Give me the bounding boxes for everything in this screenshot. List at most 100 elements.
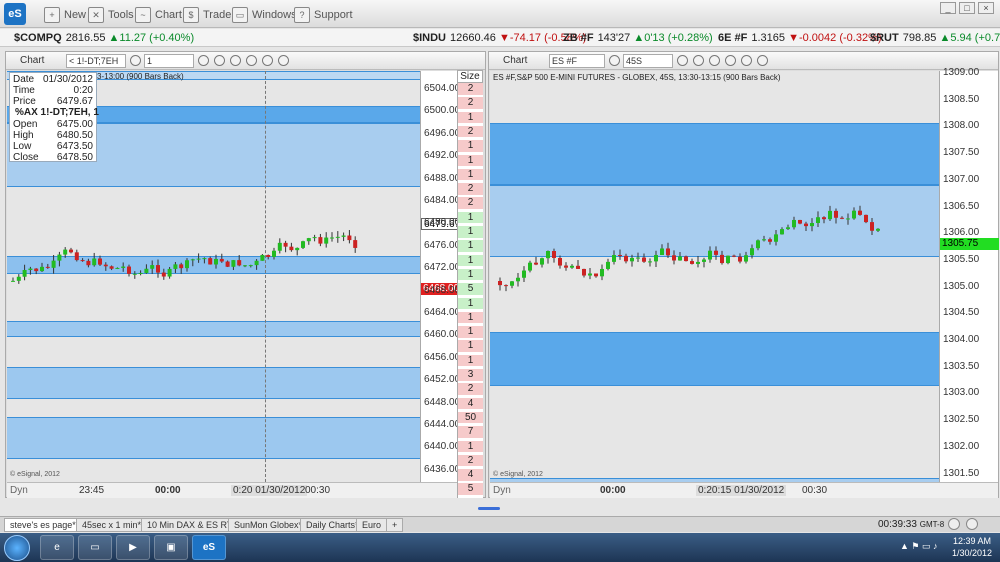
tray-icons[interactable]: ▲ ⚑ ▭ ♪ [900,541,937,552]
tab-steves-es-page[interactable]: steve's es page* [4,518,82,532]
link-icon[interactable] [609,55,620,66]
candle-body [870,222,874,231]
candle-body [86,260,91,266]
candle-body [295,247,300,251]
chart-button[interactable]: ~ Chart [135,6,182,24]
ticker-item[interactable]: $COMPQ 2816.55 ▲11.27 (+0.40%) [14,32,194,44]
media-icon[interactable]: ▶ [116,535,150,560]
timer-icon[interactable] [741,55,752,66]
tab-45sec[interactable]: 45sec x 1 min* [76,518,148,532]
page-scroll-indicator[interactable] [478,507,500,510]
price-axis-label: 6436.00 [424,463,461,475]
right-time-axis[interactable]: Dyn 00:00 0:20:15 01/30/2012 00:30 [490,482,998,498]
candle-body [34,268,39,272]
tools-button[interactable]: ✕ Tools [88,6,134,24]
minimize-icon[interactable]: _ [940,2,956,14]
zoom-icon[interactable] [709,55,720,66]
candle-body [254,260,259,266]
candle-body [202,258,207,260]
candle-body [69,249,73,253]
price-axis-label: 6464.00 [424,307,461,318]
right-price-axis[interactable]: 1305.75 1309.00 1308.50 1308.00 1307.50 1307… [939,67,999,482]
esignal-logo[interactable]: eS [4,3,26,25]
candle-body [196,258,201,260]
dyn-label[interactable]: Dyn [10,485,28,496]
candle-body [167,268,172,277]
candle-body [40,266,44,272]
size-cell: 2 [458,454,483,467]
price-axis-label: 1303.00 [943,387,980,399]
left-price-axis[interactable]: 6479.67 6468.00 6504.00 6500.00 6496.00 649… [420,71,461,482]
candle-body [852,210,856,219]
symbol-select[interactable]: ES #F [549,54,605,68]
candle-body [22,270,27,277]
right-chart-toolbar: Chart ES #F 45S [489,52,998,70]
size-cell: 1 [458,168,483,181]
ie-icon[interactable]: e [40,535,74,560]
timer-icon[interactable] [262,55,273,66]
new-button[interactable]: + New [44,6,86,24]
support-button[interactable]: ? Support [294,6,353,24]
copyright: © eSignal, 2012 [10,471,60,478]
candle-body [618,255,622,257]
ticker-item[interactable]: 6E #F 1.3165 ▼-0.0042 (-0.32%) [718,32,882,44]
symbol-select[interactable]: < 1!-DT;7EH [66,54,126,68]
add-tab-button[interactable]: + [386,518,404,532]
candle-body [588,273,592,276]
size-cell: 3 [458,369,483,381]
candle-body [534,262,538,265]
candle-body [750,248,754,256]
size-cell: 5 [458,483,483,495]
link-icon[interactable] [130,55,141,66]
status-icon[interactable] [966,518,978,530]
candle-body [678,256,682,261]
ticker-item[interactable]: $RUT798.85 ▲5.94 (+0.75%) [870,32,1000,44]
close-icon[interactable]: × [978,2,994,14]
candle-body [576,265,580,269]
draw-icon[interactable] [278,55,289,66]
folder-icon[interactable]: ▭ [78,535,112,560]
esignal-taskbar-icon[interactable]: eS [192,535,226,560]
trade-button[interactable]: $ Trade [183,6,231,24]
start-button[interactable] [4,535,30,561]
refresh-icon[interactable] [214,55,225,66]
ticker-item[interactable]: ZB #F 143'27 ▲0'13 (+0.28%) [563,32,713,44]
size-cell: 1 [458,440,483,452]
data-window: Date 01/30/2012 Time 0:20 Price 6479.67 %AX… [9,72,99,163]
candle-body [666,248,670,256]
dyn-label[interactable]: Dyn [493,485,511,496]
left-price-plot[interactable]: Date 01/30/2012 Time 0:20 Price 6479.67 %AX… [7,71,420,482]
refresh-icon[interactable] [693,55,704,66]
tab-daily-charts[interactable]: Daily Charts* [300,518,365,532]
right-price-plot[interactable]: ES #F,S&P 500 E-MINI FUTURES - GLOBEX, 4… [490,71,939,482]
windows-button[interactable]: ▭ Windows [232,6,297,24]
ticker-item[interactable]: $INDU 12660.46 ▼-74.17 (-0.58%) [413,32,586,44]
price-axis-label: 6448.00 [424,396,461,408]
play-icon[interactable] [725,55,736,66]
price-axis-label: 1302.00 [943,440,980,452]
candle-body [768,239,772,242]
interval-select[interactable]: 45S [623,54,673,68]
draw-icon[interactable] [757,55,768,66]
candle-body [516,277,520,282]
tab-sunmon-globex[interactable]: SunMon Globex* [228,518,309,532]
price-axis-label: 6476.00 [424,239,461,251]
left-chart-toolbar: Chart < 1!-DT;7EH 1 [6,52,485,70]
settings-icon[interactable] [198,55,209,66]
candle-body [828,210,832,220]
tab-euro[interactable]: Euro [356,518,388,532]
monitor-icon[interactable]: ▣ [154,535,188,560]
candle-body [109,266,114,269]
maximize-icon[interactable]: □ [959,2,975,14]
zoom-icon[interactable] [230,55,241,66]
candle-body [173,264,178,269]
price-axis-label: 6484.00 [424,195,461,206]
left-time-axis[interactable]: Dyn 23:45 00:00 0:20 01/30/2012 00:30 [7,482,458,498]
candle-body [237,260,242,266]
status-icon[interactable] [948,518,960,530]
settings-icon[interactable] [677,55,688,66]
interval-select[interactable]: 1 [144,54,194,68]
play-icon[interactable] [246,55,257,66]
price-axis-label: 6504.00 [424,83,461,94]
candle-body [283,242,288,247]
